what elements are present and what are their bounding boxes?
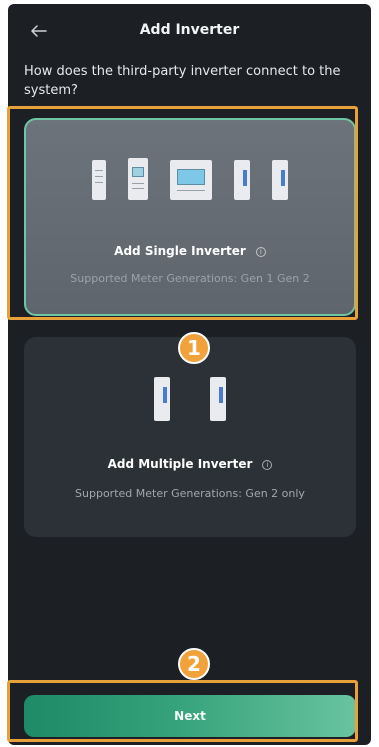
meter-devices-image xyxy=(24,377,356,421)
highlight-box-option xyxy=(7,106,358,320)
option-subtitle: Supported Meter Generations: Gen 2 only xyxy=(75,487,305,500)
info-icon[interactable]: i xyxy=(262,459,273,470)
top-bar: Add Inverter xyxy=(8,4,371,56)
option-label-text: Add Multiple Inverter xyxy=(107,457,253,471)
meter-device-icon xyxy=(210,377,226,421)
callout-badge: 1 xyxy=(178,332,210,364)
question-text: How does the third-party inverter connec… xyxy=(24,64,341,98)
option-label: Add Multiple Inverter i xyxy=(24,457,356,471)
option-multiple-inverter[interactable]: Add Multiple Inverter i Supported Meter G… xyxy=(24,337,356,537)
callout-badge: 2 xyxy=(178,648,210,680)
highlight-box-next xyxy=(7,680,358,742)
page-title: Add Inverter xyxy=(139,22,240,38)
meter-device-icon xyxy=(154,377,170,421)
